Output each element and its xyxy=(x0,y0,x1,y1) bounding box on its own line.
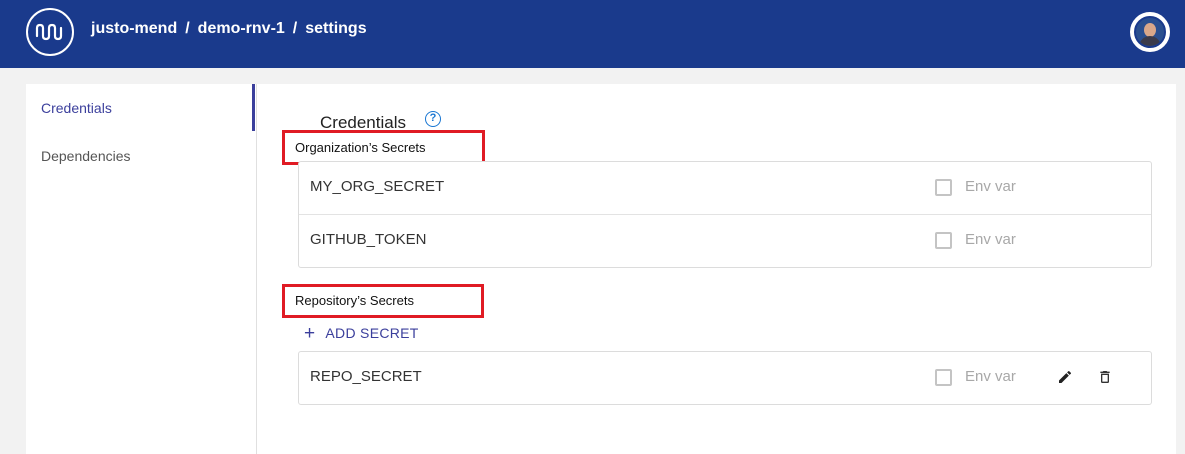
secret-name: REPO_SECRET xyxy=(310,368,422,385)
repo-secrets-list: REPO_SECRET Env var xyxy=(298,351,1152,405)
top-app-bar: justo-mend / demo-rnv-1 / settings xyxy=(0,0,1185,68)
secret-name: GITHUB_TOKEN xyxy=(310,231,427,248)
list-item: GITHUB_TOKEN Env var xyxy=(299,215,1151,267)
repo-secrets-heading: Repository’s Secrets xyxy=(282,284,484,318)
list-item: REPO_SECRET Env var xyxy=(299,352,1151,404)
help-circle-icon[interactable]: ? xyxy=(425,111,441,127)
plus-icon: + xyxy=(304,323,316,344)
wave-logo-icon[interactable] xyxy=(26,8,74,56)
avatar-image xyxy=(1134,16,1166,48)
env-var-label: Env var xyxy=(965,231,1016,248)
add-secret-label: ADD SECRET xyxy=(325,325,419,341)
env-var-label: Env var xyxy=(965,178,1016,195)
org-secrets-heading: Organization’s Secrets xyxy=(282,130,485,165)
breadcrumb-org[interactable]: justo-mend xyxy=(91,20,177,37)
breadcrumb-separator: / xyxy=(292,20,298,37)
pencil-icon[interactable] xyxy=(1057,369,1073,390)
env-var-label: Env var xyxy=(965,368,1016,385)
settings-sidebar: Credentials Dependencies xyxy=(26,84,257,454)
avatar-body xyxy=(1139,36,1161,46)
breadcrumb: justo-mend / demo-rnv-1 / settings xyxy=(91,20,367,38)
breadcrumb-page: settings xyxy=(305,20,367,37)
trash-icon[interactable] xyxy=(1097,368,1113,391)
avatar-face xyxy=(1144,23,1156,37)
breadcrumb-separator: / xyxy=(185,20,190,37)
env-var-checkbox[interactable] xyxy=(935,232,952,249)
secret-name: MY_ORG_SECRET xyxy=(310,178,445,195)
sidebar-item-dependencies[interactable]: Dependencies xyxy=(41,148,131,164)
add-secret-button[interactable]: + ADD SECRET xyxy=(304,322,419,344)
list-item: MY_ORG_SECRET Env var xyxy=(299,162,1151,215)
env-var-checkbox[interactable] xyxy=(935,369,952,386)
user-avatar-icon[interactable] xyxy=(1130,12,1170,52)
settings-panel: Credentials Dependencies Credentials ? O… xyxy=(26,84,1176,454)
env-var-checkbox[interactable] xyxy=(935,179,952,196)
sidebar-item-credentials[interactable]: Credentials xyxy=(41,100,112,116)
sidebar-active-indicator xyxy=(252,84,255,131)
org-secrets-list: MY_ORG_SECRET Env var GITHUB_TOKEN Env v… xyxy=(298,161,1152,268)
breadcrumb-repo[interactable]: demo-rnv-1 xyxy=(198,20,285,37)
